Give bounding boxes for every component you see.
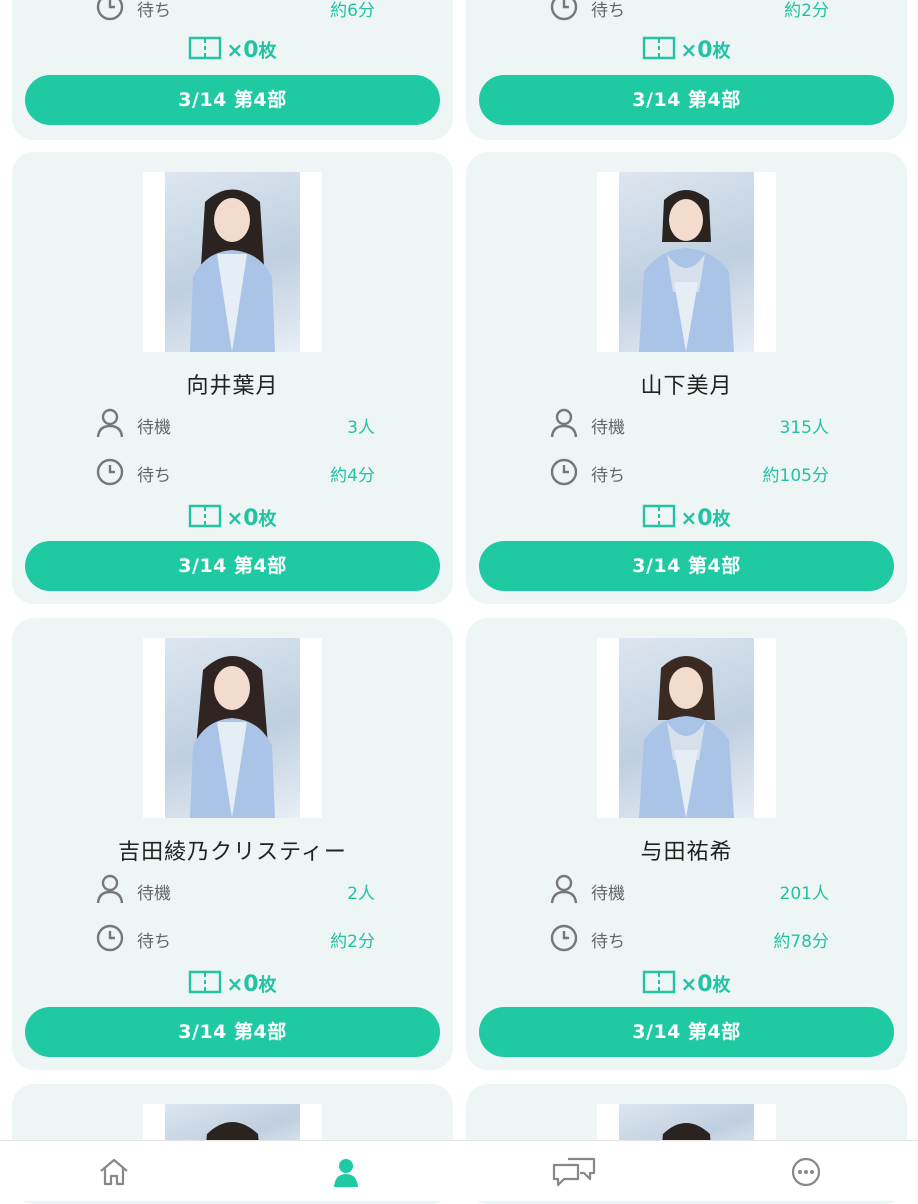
person-icon [550, 874, 578, 904]
clock-icon [550, 924, 578, 952]
ticket-count: ×0枚 [466, 504, 907, 531]
clock-icon [96, 458, 124, 486]
wait-time-value: 約6分 [330, 1, 375, 21]
member-name: 吉田綾乃クリスティー [118, 840, 347, 865]
person-icon [96, 874, 124, 904]
waiting-count: 3人 [347, 418, 375, 438]
ticket-icon [643, 504, 676, 528]
wait-time-label: 待ち [137, 466, 171, 486]
more-icon [791, 1157, 821, 1187]
session-button[interactable]: 3/14 第4部 [25, 541, 440, 591]
clock-icon [96, 0, 124, 21]
wait-time-label: 待ち [137, 932, 171, 952]
member-photo[interactable] [143, 638, 322, 818]
waiting-label: 待機 [591, 418, 625, 438]
member-card: 向井葉月 待機 3人 待ち 約4分 ×0枚 3/14 第4部 [12, 152, 453, 604]
member-card: 待ち 約6分 ×0枚 3/14 第4部 [12, 0, 453, 140]
member-photo[interactable] [143, 172, 322, 352]
clock-icon [96, 924, 124, 952]
person-icon [96, 408, 124, 438]
person-icon [334, 1159, 358, 1187]
member-card: 与田祐希 待機 201人 待ち 約78分 ×0枚 3/14 第4部 [466, 618, 907, 1070]
member-card: 山下美月 待機 315人 待ち 約105分 ×0枚 3/14 第4部 [466, 152, 907, 604]
member-photo[interactable] [597, 172, 776, 352]
waiting-label: 待機 [137, 884, 171, 904]
waiting-count: 201人 [779, 884, 829, 904]
wait-time-value: 約105分 [762, 466, 829, 486]
nav-messages[interactable] [546, 1149, 606, 1193]
session-button[interactable]: 3/14 第4部 [25, 1007, 440, 1057]
nav-home[interactable] [84, 1149, 144, 1193]
ticket-count: ×0枚 [12, 970, 453, 997]
ticket-icon [643, 36, 676, 60]
nav-more[interactable] [776, 1149, 836, 1193]
waiting-label: 待機 [591, 884, 625, 904]
nav-members[interactable] [316, 1149, 376, 1193]
home-icon [100, 1158, 128, 1186]
bottom-nav [0, 1140, 918, 1201]
wait-time-label: 待ち [137, 1, 171, 21]
clock-icon [550, 0, 578, 21]
ticket-count: ×0枚 [12, 36, 453, 63]
ticket-icon [189, 504, 222, 528]
member-name: 与田祐希 [640, 840, 733, 865]
wait-time-value: 約2分 [784, 1, 829, 21]
wait-time-value: 約2分 [330, 932, 375, 952]
wait-time-label: 待ち [591, 466, 625, 486]
ticket-count: ×0枚 [12, 504, 453, 531]
session-button[interactable]: 3/14 第4部 [479, 541, 894, 591]
waiting-count: 2人 [347, 884, 375, 904]
waiting-count: 315人 [779, 418, 829, 438]
member-card: 待ち 約2分 ×0枚 3/14 第4部 [466, 0, 907, 140]
chat-icon [552, 1157, 596, 1187]
ticket-icon [643, 970, 676, 994]
wait-time-value: 約4分 [330, 466, 375, 486]
session-button[interactable]: 3/14 第4部 [479, 75, 894, 125]
member-name: 向井葉月 [186, 374, 279, 399]
ticket-icon [189, 36, 222, 60]
ticket-count: ×0枚 [466, 36, 907, 63]
session-button[interactable]: 3/14 第4部 [479, 1007, 894, 1057]
wait-time-value: 約78分 [773, 932, 829, 952]
wait-time-label: 待ち [591, 1, 625, 21]
ticket-icon [189, 970, 222, 994]
ticket-count: ×0枚 [466, 970, 907, 997]
wait-time-label: 待ち [591, 932, 625, 952]
person-icon [550, 408, 578, 438]
clock-icon [550, 458, 578, 486]
member-photo[interactable] [597, 638, 776, 818]
member-card: 吉田綾乃クリスティー 待機 2人 待ち 約2分 ×0枚 3/14 第4部 [12, 618, 453, 1070]
member-name: 山下美月 [640, 374, 733, 399]
session-button[interactable]: 3/14 第4部 [25, 75, 440, 125]
waiting-label: 待機 [137, 418, 171, 438]
